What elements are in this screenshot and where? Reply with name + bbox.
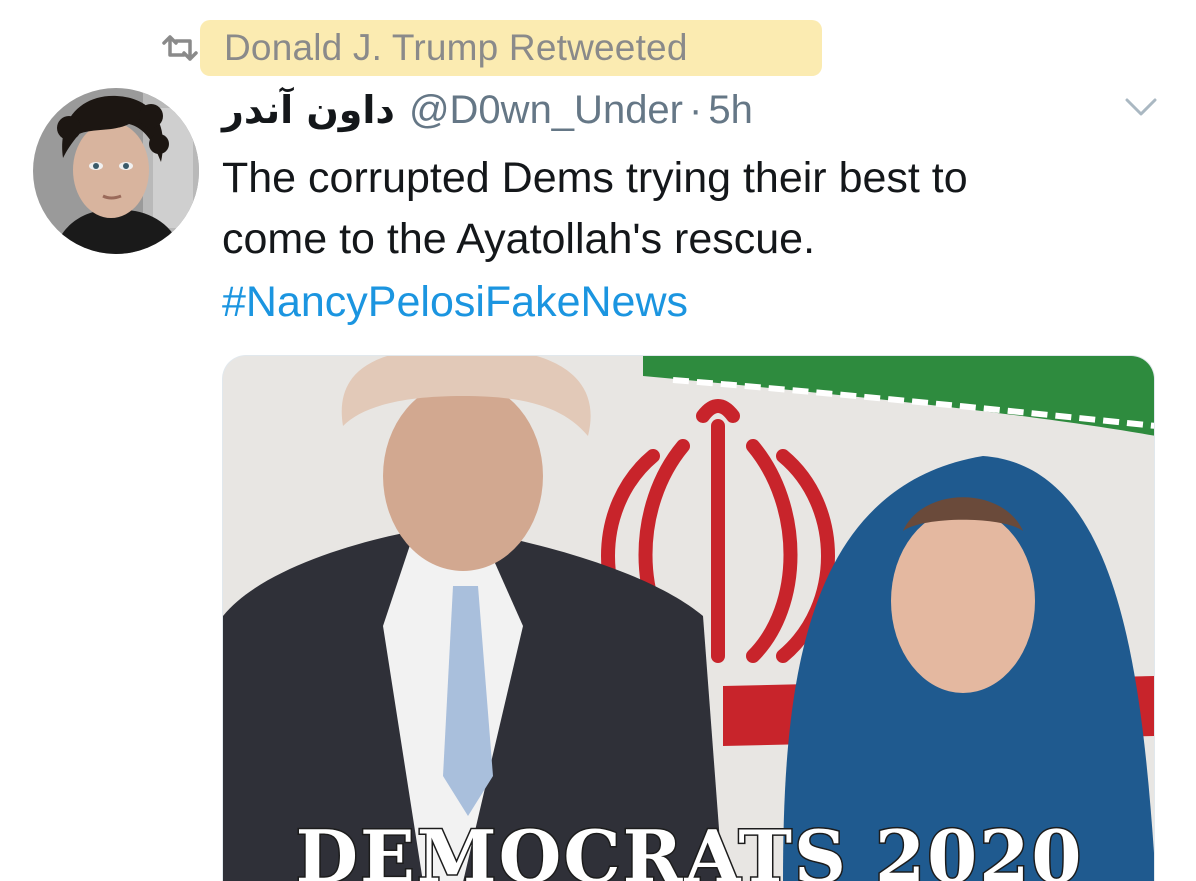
tweet-text-line-2: come to the Ayatollah's rescue. [222,215,816,263]
tweet-text: The corrupted Dems trying their best to … [222,148,1122,270]
tweet-screen: Donald J. Trump Retweeted داون آندر @D0w… [0,0,1196,881]
tweet-timestamp[interactable]: 5h [708,88,753,133]
retweet-label: Donald J. Trump Retweeted [224,27,688,68]
tweet-header: داون آندر @D0wn_Under · 5h [222,88,753,140]
tweet-media-image[interactable]: DEMOCRATS 2020 [222,355,1155,881]
retweet-context[interactable]: Donald J. Trump Retweeted [158,22,688,74]
tweet-text-line-1: The corrupted Dems trying their best to [222,154,968,202]
display-name[interactable]: داون آندر [222,88,395,132]
separator-dot: · [689,88,703,132]
chevron-down-icon[interactable] [1124,96,1158,120]
image-caption: DEMOCRATS 2020 [294,813,1084,881]
user-handle[interactable]: @D0wn_Under [409,88,683,133]
retweet-icon [158,26,202,70]
user-avatar[interactable] [33,88,199,254]
hashtag-link[interactable]: #NancyPelosiFakeNews [222,272,688,333]
